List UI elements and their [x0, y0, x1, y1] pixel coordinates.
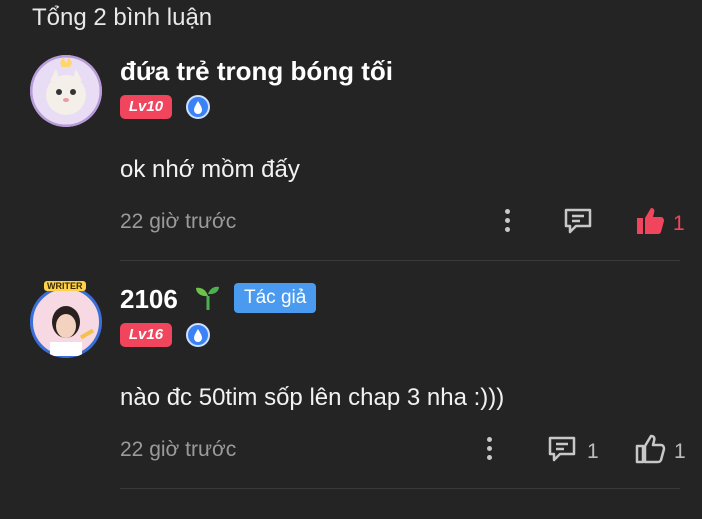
like-count: 1	[674, 440, 686, 463]
level-badge: Lv16	[120, 323, 172, 347]
avatar[interactable]	[30, 55, 102, 127]
water-drop-badge-icon	[186, 95, 210, 119]
username[interactable]: đứa trẻ trong bóng tối	[120, 56, 393, 87]
avatar[interactable]	[30, 286, 102, 358]
comments-total-header: Tổng 2 bình luận	[32, 4, 213, 31]
reply-icon[interactable]	[562, 205, 594, 242]
like-count: 1	[673, 212, 685, 235]
comment-text: nào đc 50tim sốp lên chap 3 nha :)))	[120, 384, 505, 411]
username[interactable]: 2106	[120, 284, 178, 315]
more-options-icon[interactable]	[485, 435, 493, 463]
level-badge: Lv10	[120, 95, 172, 119]
reply-icon[interactable]	[546, 433, 578, 470]
writer-avatar-icon	[30, 286, 102, 358]
cat-avatar-icon	[30, 55, 102, 127]
like-outline-icon[interactable]	[634, 432, 668, 471]
reply-count: 1	[587, 440, 599, 463]
author-tag: Tác giả	[234, 283, 317, 313]
comment-time: 22 giờ trước	[120, 210, 237, 233]
writer-frame-label: WRITER	[44, 281, 86, 291]
comment-divider	[120, 260, 680, 261]
comment-divider	[120, 488, 680, 489]
sprout-icon	[193, 282, 223, 317]
comment-time: 22 giờ trước	[120, 438, 237, 461]
more-options-icon[interactable]	[503, 207, 511, 235]
water-drop-badge-icon	[186, 323, 210, 347]
comment-text: ok nhớ mồm đấy	[120, 156, 300, 183]
like-filled-icon[interactable]	[634, 204, 668, 243]
